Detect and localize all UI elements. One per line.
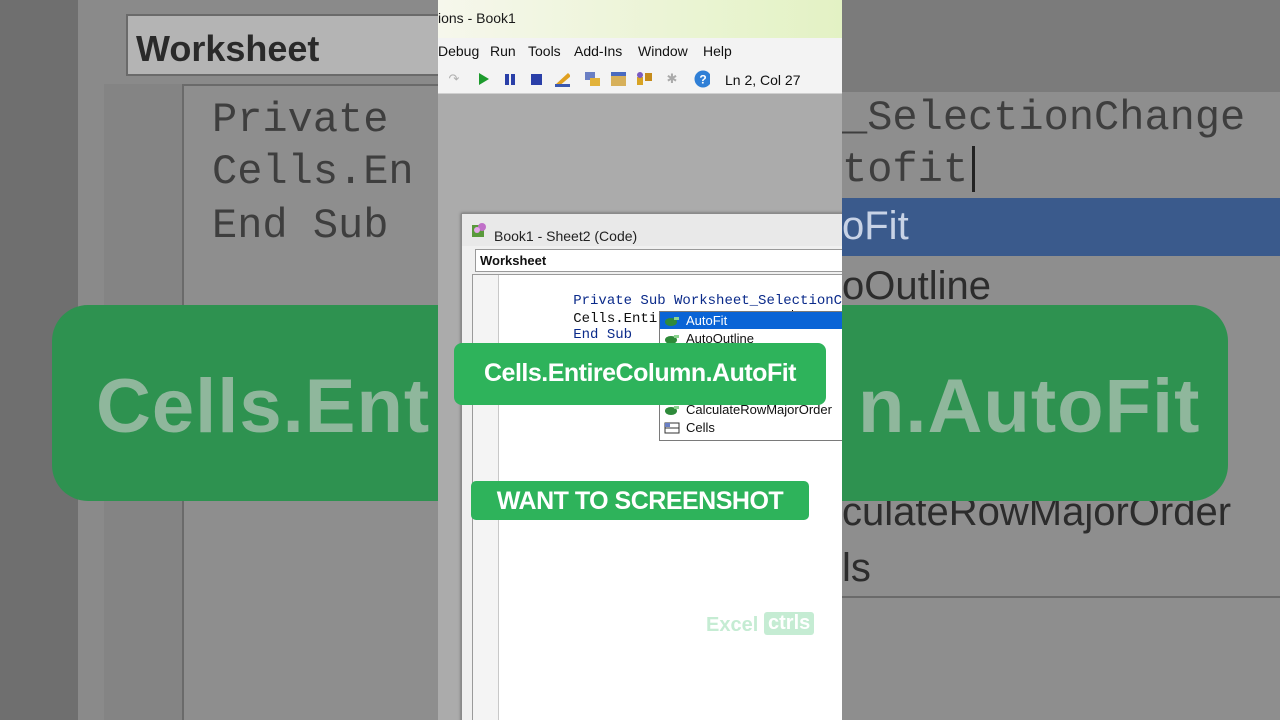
background-code-line: Private [212, 96, 389, 144]
design-mode-icon[interactable] [554, 71, 570, 87]
background-item-label: ls [842, 546, 871, 590]
background-code-line: End Sub [212, 202, 389, 250]
autocomplete-item-label: Cells [686, 420, 715, 435]
code-window: Book1 - Sheet2 (Code) Worksheet Private … [461, 213, 842, 720]
code-text: End Sub [573, 327, 633, 343]
subcaption-banner: WANT TO SCREENSHOT [471, 481, 809, 520]
menu-add-ins[interactable]: Add-Ins [574, 43, 622, 59]
background-object-combo: Worksheet [126, 14, 438, 76]
menu-run[interactable]: Run [490, 43, 516, 59]
background-toolbar [842, 0, 1280, 92]
background-code-line: tofit [842, 146, 969, 194]
menu-tools[interactable]: Tools [528, 43, 561, 59]
object-combo[interactable]: Worksheet [475, 249, 842, 272]
menu-window[interactable]: Window [638, 43, 688, 59]
properties-window-icon[interactable] [610, 71, 626, 87]
background-selected-item: oFit [842, 198, 1280, 256]
background-caption-right: n.AutoFit [858, 364, 1201, 449]
help-icon[interactable]: ? [694, 70, 710, 88]
pause-icon[interactable] [502, 71, 518, 87]
caption-banner: Cells.EntireColumn.AutoFit [454, 343, 826, 405]
svg-text:?: ? [699, 73, 706, 87]
background-item-label: oOutline [842, 264, 991, 308]
object-combo-value: Worksheet [480, 253, 547, 268]
title-bar: ions - Book1 [438, 0, 842, 38]
project-explorer-icon[interactable] [584, 71, 600, 87]
method-icon [665, 406, 679, 415]
reset-icon[interactable] [528, 71, 544, 87]
run-icon[interactable] [476, 71, 492, 87]
code-window-title-bar: Book1 - Sheet2 (Code) [462, 214, 842, 246]
cursor-position: Ln 2, Col 27 [725, 72, 801, 88]
redo-icon[interactable]: ↷ [446, 71, 462, 87]
menu-help[interactable]: Help [703, 43, 732, 59]
window-title: ions - Book1 [438, 10, 516, 26]
background-code-line: Cells.En [212, 148, 414, 196]
menu-bar: Debug Run Tools Add-Ins Window Help [438, 38, 842, 66]
background-item-label: oFit [842, 204, 909, 248]
watermark-badge: ctrls [764, 612, 815, 635]
background-code-line: _SelectionChange [842, 94, 1246, 142]
background-caret [972, 146, 975, 192]
standard-toolbar: ↷ ✱ ? Ln 2, Col 27 [438, 66, 842, 94]
property-icon [664, 422, 680, 434]
subcaption-text: WANT TO SCREENSHOT [496, 487, 784, 515]
caption-text: Cells.EntireColumn.AutoFit [484, 359, 797, 387]
excel-vba-icon [472, 223, 486, 237]
method-icon [665, 317, 679, 326]
background-combo-label: Worksheet [136, 28, 320, 69]
toolbox-icon[interactable]: ✱ [664, 71, 680, 87]
autocomplete-item-label: AutoFit [686, 313, 728, 328]
watermark-text: Excel [706, 614, 759, 636]
menu-debug[interactable]: Debug [438, 43, 479, 59]
code-window-title: Book1 - Sheet2 (Code) [494, 228, 638, 244]
autocomplete-item-cells[interactable]: Cells [660, 419, 842, 436]
autocomplete-item-autofit[interactable]: AutoFit [660, 312, 842, 329]
object-browser-icon[interactable] [636, 71, 652, 87]
background-caption-left: Cells.Ent [96, 364, 431, 449]
